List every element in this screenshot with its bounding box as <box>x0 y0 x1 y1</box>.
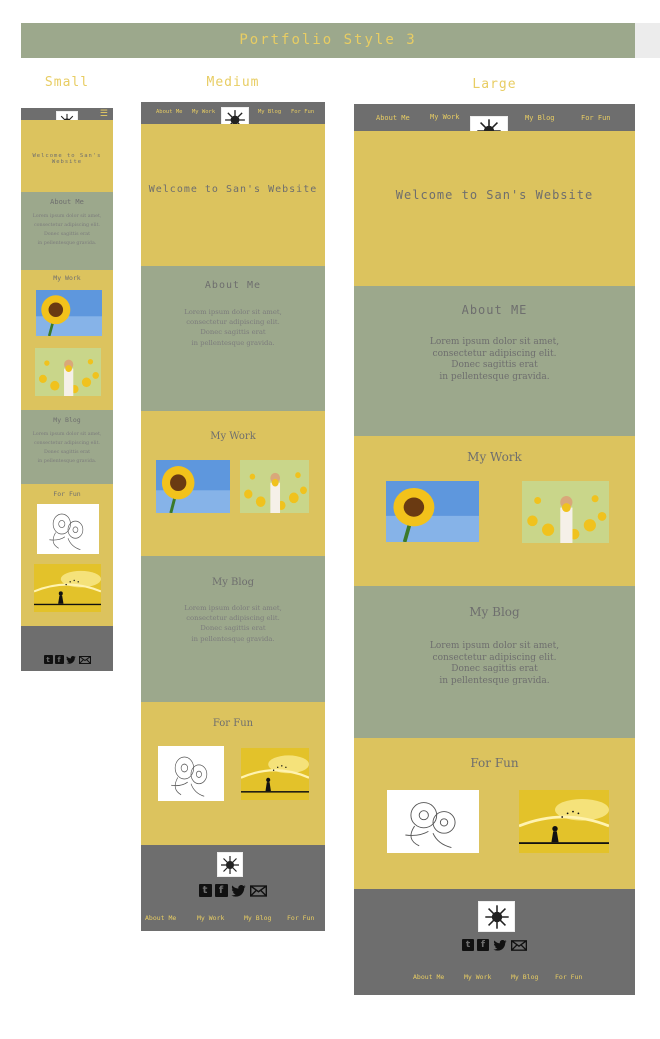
nav-work[interactable]: My Work <box>430 113 460 121</box>
medium-about: About Me Lorem ipsum dolor sit amet, cons… <box>141 266 325 411</box>
work-title: My Work <box>467 450 522 464</box>
fun-title: For Fun <box>470 756 519 770</box>
silhouette-image[interactable] <box>34 564 101 612</box>
large-fun: For Fun <box>354 738 635 889</box>
footer-nav-fun[interactable]: For Fun <box>287 914 314 922</box>
blog-text: Lorem ipsum dolor sit amet, consectetur a… <box>184 604 282 643</box>
about-title: About Me <box>204 280 262 291</box>
sunflower-image[interactable] <box>156 460 230 513</box>
girl-sunflowers-image[interactable] <box>522 481 609 543</box>
column-label-small: Small <box>44 75 90 90</box>
medium-footer: t f About Me My Work My Blog For Fun <box>141 845 325 931</box>
sketch-image[interactable] <box>158 746 224 801</box>
footer-nav-about[interactable]: About Me <box>413 973 444 981</box>
mail-icon[interactable] <box>78 655 91 664</box>
blog-title: My Blog <box>211 577 255 588</box>
hero-welcome: Welcome to San's Website <box>32 153 102 165</box>
social-icons: t f <box>141 884 325 897</box>
facebook-icon[interactable]: f <box>54 655 64 664</box>
blog-text: Lorem ipsum dolor sit amet, consectetur a… <box>429 641 560 687</box>
fun-title: For Fun <box>212 718 254 729</box>
small-layout: ☰ Welcome to San's Website About Me Lore… <box>21 108 113 671</box>
blog-title: My Blog <box>53 416 81 424</box>
fun-title: For Fun <box>53 490 81 498</box>
flower-logo-icon <box>484 904 509 929</box>
hero-welcome: Welcome to San's Website <box>395 188 594 202</box>
medium-fun: For Fun <box>141 702 325 845</box>
about-text: Lorem ipsum dolor sit amet, consectetur a… <box>429 337 560 383</box>
footer-nav-blog[interactable]: My Blog <box>244 914 271 922</box>
footer-nav-about[interactable]: About Me <box>145 914 176 922</box>
sketch-image[interactable] <box>37 504 99 554</box>
work-title: My Work <box>210 431 256 442</box>
footer-logo[interactable] <box>478 901 515 932</box>
nav-work[interactable]: My Work <box>192 109 215 115</box>
hero-welcome: Welcome to San's Website <box>148 184 318 195</box>
tumblr-icon[interactable]: t <box>462 939 474 951</box>
small-fun: For Fun <box>21 484 113 626</box>
nav-about[interactable]: About Me <box>156 109 183 115</box>
footer-nav-blog[interactable]: My Blog <box>511 973 538 981</box>
large-layout: About Me My Work My Blog For Fun Welcome… <box>354 104 635 995</box>
footer-logo[interactable] <box>217 852 243 877</box>
mail-icon[interactable] <box>250 884 268 897</box>
twitter-icon[interactable] <box>231 884 247 897</box>
girl-sunflowers-image[interactable] <box>35 348 101 396</box>
small-about: About Me Lorem ipsum dolor sit amet, cons… <box>21 192 113 270</box>
about-title: About Me <box>50 198 84 206</box>
about-text: Lorem ipsum dolor sit amet, consectetur a… <box>184 308 282 347</box>
large-about: About ME Lorem ipsum dolor sit amet, cons… <box>354 286 635 436</box>
twitter-icon[interactable] <box>66 655 77 664</box>
facebook-icon[interactable]: f <box>214 884 228 897</box>
about-text: Lorem ipsum dolor sit amet, consectetur a… <box>32 214 102 247</box>
social-icons: t f <box>354 939 635 951</box>
column-label-large: Large <box>472 77 517 92</box>
footer-nav-work[interactable]: My Work <box>197 914 224 922</box>
nav-blog[interactable]: My Blog <box>525 114 555 122</box>
footer-nav-work[interactable]: My Work <box>464 973 491 981</box>
nav-blog[interactable]: My Blog <box>258 109 281 115</box>
footer-nav-fun[interactable]: For Fun <box>555 973 582 981</box>
sunflower-image[interactable] <box>36 290 102 336</box>
silhouette-image[interactable] <box>519 790 609 853</box>
girl-sunflowers-image[interactable] <box>240 460 309 513</box>
small-work: My Work <box>21 270 113 410</box>
large-hero: Welcome to San's Website <box>354 131 635 286</box>
large-footer: t f About Me My Work My Blog For Fun <box>354 889 635 995</box>
about-title: About ME <box>461 303 528 317</box>
nav-about[interactable]: About Me <box>376 114 410 122</box>
blog-title: My Blog <box>469 605 520 619</box>
sketch-image[interactable] <box>387 790 479 853</box>
large-blog: My Blog Lorem ipsum dolor sit amet, conse… <box>354 586 635 738</box>
page-title: Portfolio Style 3 <box>21 23 635 58</box>
medium-work: My Work <box>141 411 325 556</box>
medium-layout: About Me My Work My Blog For Fun Welcome… <box>141 102 325 931</box>
blog-text: Lorem ipsum dolor sit amet, consectetur a… <box>32 432 102 465</box>
work-title: My Work <box>53 274 81 282</box>
silhouette-image[interactable] <box>241 748 309 800</box>
mail-icon[interactable] <box>510 939 527 951</box>
flower-logo-icon <box>221 855 239 874</box>
twitter-icon[interactable] <box>492 939 507 951</box>
small-footer: t f <box>21 626 113 671</box>
medium-hero: Welcome to San's Website <box>141 124 325 266</box>
small-hero: Welcome to San's Website <box>21 120 113 192</box>
medium-blog: My Blog Lorem ipsum dolor sit amet, conse… <box>141 556 325 702</box>
banner-edge <box>635 23 660 58</box>
tumblr-icon[interactable]: t <box>43 655 53 664</box>
hamburger-menu-icon[interactable]: ☰ <box>100 108 108 120</box>
column-label-medium: Medium <box>206 75 260 90</box>
tumblr-icon[interactable]: t <box>198 884 212 897</box>
social-icons: t f <box>21 655 113 664</box>
small-blog: My Blog Lorem ipsum dolor sit amet, conse… <box>21 410 113 484</box>
large-work: My Work <box>354 436 635 586</box>
sunflower-image[interactable] <box>386 481 479 542</box>
nav-fun[interactable]: For Fun <box>291 109 314 115</box>
facebook-icon[interactable]: f <box>477 939 489 951</box>
nav-fun[interactable]: For Fun <box>581 114 611 122</box>
